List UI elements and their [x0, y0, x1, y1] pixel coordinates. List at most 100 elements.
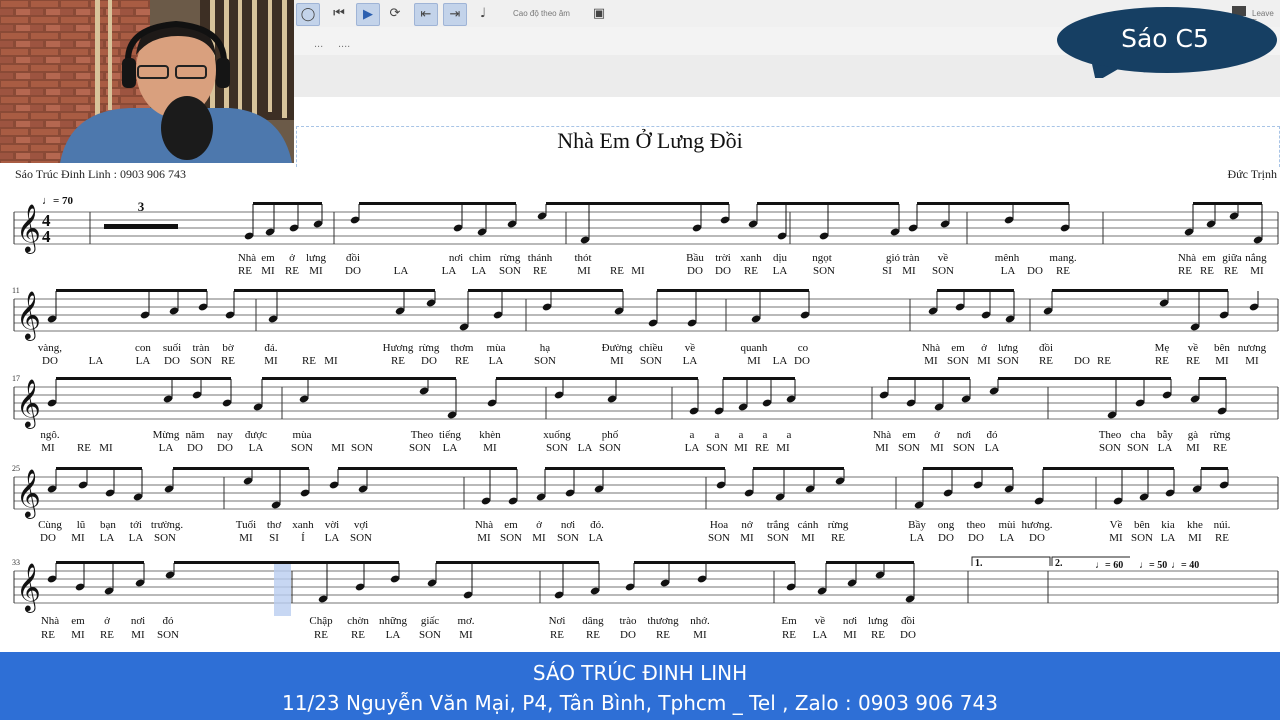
- lyric-syllable: đó: [987, 429, 999, 441]
- solfege-syllable: MI: [71, 629, 85, 641]
- lyric-syllable: vợi: [354, 519, 368, 531]
- lyric-syllable: Nhà: [873, 429, 891, 441]
- solfege-syllable: LA: [985, 442, 1000, 454]
- solfege-syllable: MI: [309, 265, 323, 277]
- note-beam: [468, 289, 623, 292]
- tempo-change: ♩= 40: [1171, 560, 1199, 571]
- solfege-syllable: RE: [391, 355, 405, 367]
- instrument-badge: Sáo C5: [1121, 24, 1209, 53]
- solfege-syllable: MI: [747, 355, 761, 367]
- lyric-syllable: lưng: [868, 615, 889, 627]
- banner-title: SÁO TRÚC ĐINH LINH: [532, 661, 748, 685]
- solfege-syllable: MI: [239, 532, 253, 544]
- lyric-syllable: những: [379, 615, 407, 627]
- lyric-syllable: Nhà: [1178, 252, 1196, 264]
- lyric-syllable: núi.: [1214, 519, 1231, 531]
- solfege-syllable: SON: [953, 442, 975, 454]
- lyric-syllable: thương: [647, 615, 679, 627]
- lyric-syllable: Nhà: [475, 519, 493, 531]
- lyric-syllable: lũ: [77, 519, 86, 531]
- solfege-syllable: RE: [351, 629, 365, 641]
- solfege-syllable: MI: [977, 355, 991, 367]
- lyric-syllable: tới: [130, 519, 142, 531]
- solfege-syllable: LA: [159, 442, 174, 454]
- lyric-syllable: em: [504, 519, 518, 531]
- lyric-syllable: Nhà: [41, 615, 59, 627]
- lyric-syllable: trào: [619, 615, 637, 627]
- solfege-syllable: RE: [100, 629, 114, 641]
- lyric-syllable: ở: [981, 342, 987, 354]
- solfege-syllable: MI: [930, 442, 944, 454]
- lyric-syllable: đồi: [901, 615, 915, 627]
- solfege-syllable: LA: [472, 265, 487, 277]
- lyric-syllable: co: [798, 342, 809, 354]
- solfege-syllable: RE: [1155, 355, 1169, 367]
- tempo-change: ♩= 50: [1139, 560, 1167, 571]
- webcam-video: [0, 0, 294, 163]
- lyric-syllable: rừng: [828, 519, 849, 531]
- lyric-syllable: khèn: [479, 429, 501, 441]
- solfege-syllable: MI: [1109, 532, 1123, 544]
- staff-lines: [13, 211, 1279, 604]
- lyric-syllable: Nhà: [238, 252, 256, 264]
- note-beam: [1052, 289, 1228, 292]
- note-beam: [338, 467, 517, 470]
- solfege-syllable: SON: [154, 532, 176, 544]
- solfege-syllable: DO: [42, 355, 58, 367]
- solfege-syllable: SON: [534, 355, 556, 367]
- lyric-syllable: Em: [781, 615, 797, 627]
- solfege-syllable: LA: [394, 265, 409, 277]
- note-beam: [234, 289, 435, 292]
- note-beam: [1201, 467, 1228, 470]
- lyric-syllable: mang.: [1049, 252, 1076, 264]
- lyric-syllable: Bầu: [686, 252, 704, 264]
- solfege-syllable: MI: [261, 265, 275, 277]
- solfege-syllable: MI: [577, 265, 591, 277]
- lyric-syllable: năm: [186, 429, 205, 441]
- solfege-syllable: RE: [314, 629, 328, 641]
- solfege-syllable: RE: [610, 265, 624, 277]
- solfege-syllable: MI: [71, 532, 85, 544]
- solfege-syllable: MI: [331, 442, 345, 454]
- solfege-syllable: LA: [1161, 532, 1176, 544]
- lyric-syllable: Bầy: [908, 519, 926, 531]
- note-beam: [998, 377, 1171, 380]
- lyric-syllable: được: [245, 429, 267, 441]
- lyric-syllable: giấc: [421, 615, 439, 627]
- note-beam: [937, 289, 1014, 292]
- note-beam: [496, 377, 698, 380]
- note-beam: [723, 377, 795, 380]
- solfege-syllable: RE: [782, 629, 796, 641]
- solfege-syllable: MI: [1245, 355, 1259, 367]
- lyric-syllable: xanh: [292, 519, 314, 531]
- lyric-syllable: đó: [163, 615, 175, 627]
- lyric-syllable: ngọt: [812, 252, 832, 264]
- solfege-syllable: RE: [871, 629, 885, 641]
- solfege-syllable: LA: [1000, 532, 1015, 544]
- solfege-syllable: SON: [350, 532, 372, 544]
- solfege-syllable: SON: [898, 442, 920, 454]
- solfege-syllable: MI: [459, 629, 473, 641]
- note-beam: [436, 561, 599, 564]
- lyric-syllable: xuống: [543, 429, 571, 441]
- solfege-syllable: SON: [640, 355, 662, 367]
- solfege-syllable: MI: [41, 442, 55, 454]
- lyric-syllable: nơi: [131, 615, 145, 627]
- solfege-syllable: RE: [1056, 265, 1070, 277]
- solfege-syllable: LA: [578, 442, 593, 454]
- lyric-syllable: thánh: [528, 252, 553, 264]
- lyric-syllable: Cùng: [38, 519, 62, 531]
- solfege-syllable: DO: [345, 265, 361, 277]
- treble-clef: 𝄞: [16, 203, 41, 254]
- solfege-syllable: SON: [947, 355, 969, 367]
- lyric-syllable: hương.: [1021, 519, 1052, 531]
- lyric-syllable: Mẹ: [1155, 342, 1170, 354]
- solfege-syllable: MI: [1188, 532, 1202, 544]
- solfege-syllable: LA: [589, 532, 604, 544]
- tempo-mark: ♩= 70: [42, 195, 74, 207]
- solfege-syllable: MI: [875, 442, 889, 454]
- solfege-syllable: LA: [773, 355, 788, 367]
- tempo-change: ♩= 60: [1095, 560, 1123, 571]
- playback-cursor: [274, 564, 291, 616]
- lyric-syllable: quanh: [741, 342, 768, 354]
